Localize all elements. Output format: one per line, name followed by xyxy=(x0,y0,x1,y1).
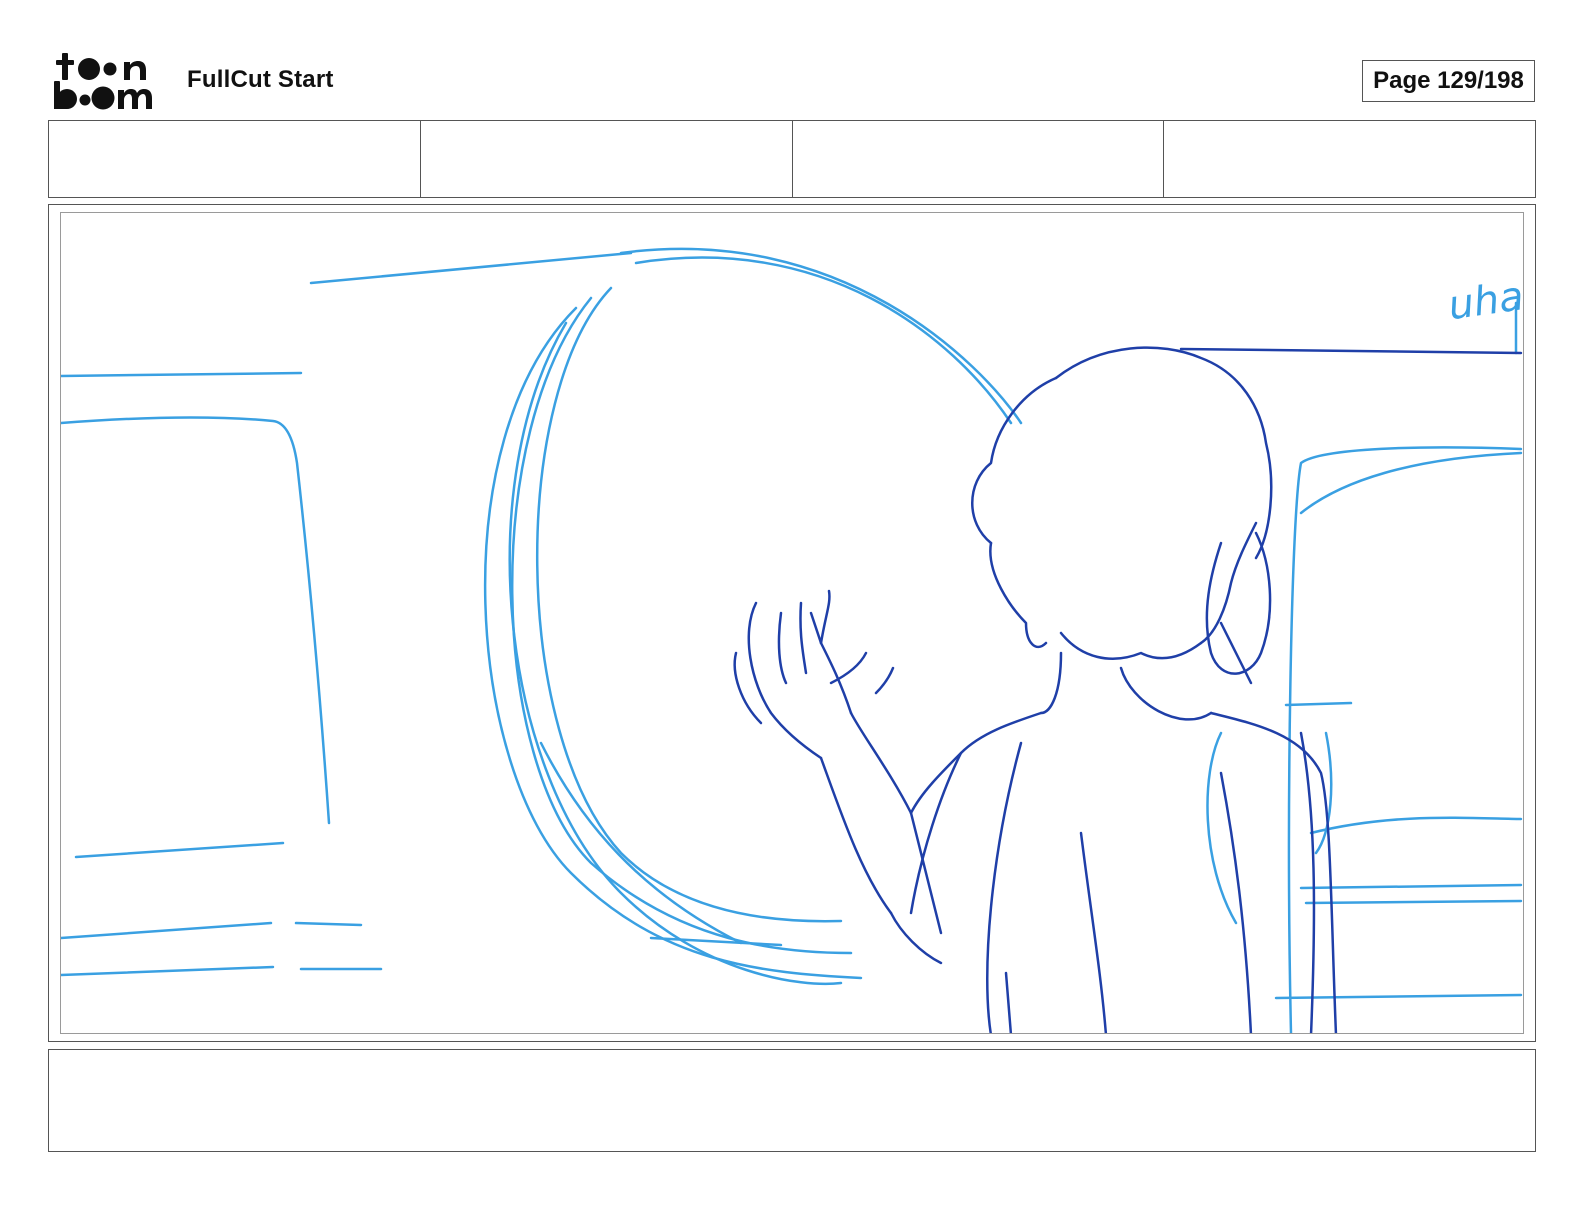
info-cell-3[interactable] xyxy=(793,121,1165,197)
toon-boom-logo xyxy=(52,50,164,112)
panel-notes-box[interactable] xyxy=(48,1049,1536,1152)
panel-info-row xyxy=(48,120,1536,198)
page-number-badge: Page 129/198 xyxy=(1362,60,1535,102)
info-cell-4[interactable] xyxy=(1164,121,1535,197)
background-sketch xyxy=(61,247,1523,1033)
info-cell-2[interactable] xyxy=(421,121,793,197)
character-sketch xyxy=(733,346,1523,1033)
storyboard-panel[interactable]: uha xyxy=(60,212,1524,1034)
storyboard-panel-frame: uha xyxy=(48,204,1536,1042)
info-cell-1[interactable] xyxy=(49,121,421,197)
project-title: FullCut Start xyxy=(187,66,334,93)
sketch-drawing xyxy=(61,247,1523,1033)
